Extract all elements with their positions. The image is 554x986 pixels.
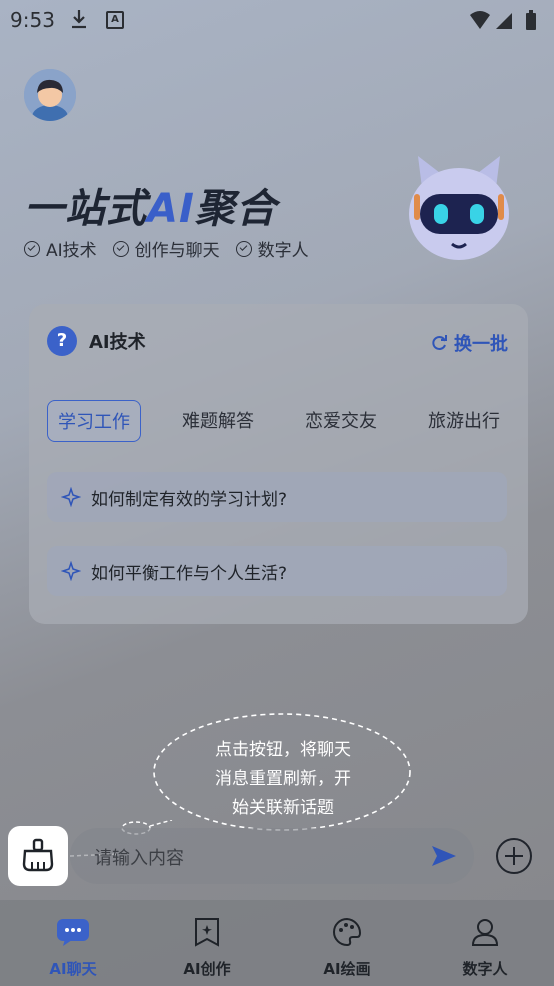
hero-title-right: 聚合 (194, 186, 277, 232)
send-icon[interactable] (430, 842, 458, 870)
hero-title-ai: AI (147, 186, 195, 232)
broom-icon (22, 838, 54, 872)
check-circle-icon (235, 240, 252, 257)
clear-chat-button[interactable] (8, 826, 68, 886)
tab-study-work[interactable]: 学习工作 (47, 400, 141, 442)
feature-tag: 创作与聊天 (112, 236, 220, 261)
app-screen: 9:53 A 一站式AI聚合 AI技术 创作与聊天 数字人 ? AI技术 换一批… (0, 0, 554, 986)
suggested-question[interactable]: 如何平衡工作与个人生活? (47, 546, 507, 596)
hero-title: 一站式AI聚合 (24, 176, 277, 234)
question-text: 如何制定有效的学习计划? (91, 489, 288, 510)
a-icon: A (106, 11, 124, 29)
feature-tag: AI技术 (24, 236, 97, 261)
nav-item-ai-chat[interactable]: AI聊天 (28, 914, 118, 979)
sparkle-icon (61, 487, 81, 507)
avatar-illustration (24, 69, 76, 121)
tab-travel[interactable]: 旅游出行 (418, 400, 510, 442)
robot-mascot (409, 156, 509, 260)
card-title: AI技术 (89, 332, 146, 353)
question-text: 如何平衡工作与个人生活? (91, 563, 288, 584)
tooltip-text: 点击按钮，将聊天 消息重置刷新，开 始关联新话题 (215, 740, 351, 818)
check-circle-icon (24, 240, 40, 257)
feature-tags: AI技术 创作与聊天 数字人 (24, 236, 309, 261)
category-tabs: 学习工作 难题解答 恋爱交友 旅游出行 (47, 400, 510, 442)
battery-icon (526, 10, 536, 30)
nav-item-ai-paint[interactable]: AI绘画 (302, 914, 392, 979)
topic-card: ? AI技术 换一批 学习工作 难题解答 恋爱交友 旅游出行 如何制定有效的学习… (29, 304, 528, 624)
plus-icon[interactable] (496, 838, 532, 874)
suggested-question[interactable]: 如何制定有效的学习计划? (47, 472, 507, 522)
create-icon (195, 918, 219, 947)
download-icon (72, 10, 86, 29)
hero-title-left: 一站式 (24, 186, 147, 232)
system-status-icons (470, 10, 536, 30)
nav-item-ai-create[interactable]: AI创作 (162, 914, 252, 979)
status-bar: 9:53 A (0, 0, 554, 44)
avatar[interactable] (24, 69, 76, 121)
refresh-label: 换一批 (454, 334, 508, 355)
nav-item-digital-human[interactable]: 数字人 (440, 914, 530, 979)
feature-tag: 数字人 (235, 236, 309, 261)
chat-icon (57, 919, 89, 946)
tab-problem-solving[interactable]: 难题解答 (172, 400, 264, 442)
check-circle-icon (112, 240, 129, 257)
wifi-icon (470, 11, 490, 29)
person-icon (471, 919, 499, 946)
signal-icon (496, 13, 512, 29)
status-time: 9:53 (10, 8, 55, 32)
bottom-nav: AI聊天 AI创作 AI绘画 数字人 (0, 900, 554, 986)
refresh-button[interactable]: 换一批 (430, 330, 508, 356)
tab-dating[interactable]: 恋爱交友 (295, 400, 387, 442)
question-icon: ? (47, 326, 77, 356)
card-header: ? AI技术 (47, 326, 146, 356)
paint-icon (333, 917, 362, 947)
refresh-icon (432, 335, 447, 350)
sparkle-icon (61, 561, 81, 581)
chat-input-placeholder: 请输入内容 (94, 848, 184, 869)
